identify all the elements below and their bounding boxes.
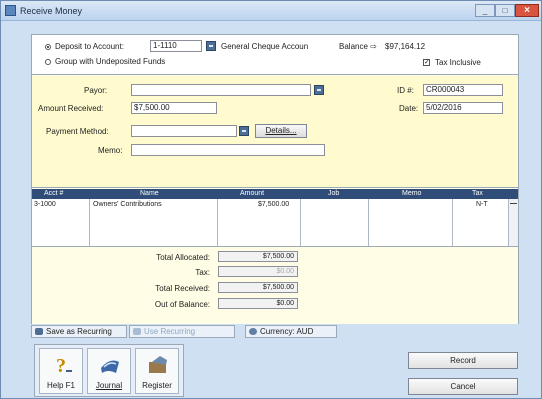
column-header-name: Name [140,190,159,197]
account-lookup-icon[interactable] [206,41,216,51]
row-tax-cell[interactable]: N-T [476,201,488,208]
details-button[interactable]: Details... [255,124,307,138]
currency-icon [249,328,257,335]
close-button[interactable]: × [515,4,539,17]
total-allocated-label: Total Allocated: [156,253,210,262]
total-allocated-value: $7,500.00 [218,251,298,262]
payor-lookup-icon[interactable] [314,85,324,95]
register-icon [149,356,167,373]
window-title: Receive Money [20,6,83,16]
date-label: Date: [399,104,419,113]
allocation-table: Acct # Name Amount Job Memo Tax 3-1000 O… [32,189,518,247]
recurring-toolbar: Save as Recurring Use Recurring Currency… [31,325,519,339]
balance-label: Balance ⇨ [339,42,377,51]
receive-money-window: Receive Money _ □ × Deposit to Account: … [0,0,542,399]
amount-received-field[interactable]: $7,500.00 [131,102,217,114]
use-recurring-label: Use Recurring [144,327,196,336]
column-header-memo: Memo [402,190,422,197]
record-button[interactable]: Record [408,352,518,369]
deposit-section: Deposit to Account: 1-1110 General Chequ… [32,35,518,75]
column-divider [300,199,301,246]
column-divider [452,199,453,246]
help-icon: ? [56,355,72,377]
deposit-to-account-label: Deposit to Account: [55,42,124,51]
column-header-acct: Acct # [44,190,64,197]
deposit-to-account-radio[interactable] [45,44,51,50]
memo-field[interactable] [131,144,325,156]
deposit-account-number-field[interactable]: 1-1110 [150,40,202,52]
payor-field[interactable] [131,84,311,96]
close-icon: × [524,5,530,16]
id-field[interactable]: CR000043 [423,84,503,96]
column-header-tax: Tax [472,190,483,197]
payor-label: Payor: [84,86,108,95]
save-as-recurring-button[interactable]: Save as Recurring [31,325,127,338]
help-button[interactable]: ? Help F1 [39,348,83,394]
column-header-amount: Amount [240,190,265,197]
row-amount-cell[interactable]: $7,500.00 [258,201,289,208]
scroll-up-icon[interactable] [510,203,517,206]
payment-method-label: Payment Method: [46,127,109,136]
title-bar[interactable]: Receive Money _ □ × [1,1,541,21]
table-scrollbar[interactable] [508,199,518,246]
group-undeposited-radio[interactable] [45,59,51,65]
row-acct-cell[interactable]: 3-1000 [34,201,56,208]
app-icon [5,5,16,16]
tax-value: $0.00 [218,266,298,277]
column-divider [89,199,90,246]
total-received-label: Total Received: [155,284,210,293]
date-field[interactable]: 5/02/2016 [423,102,503,114]
minimize-icon: _ [482,6,488,15]
journal-button[interactable]: Journal [87,348,131,394]
payment-form-section: Payor: ID #: CR000043 Amount Received: $… [32,76,518,188]
use-recurring-icon [133,328,141,335]
currency-button[interactable]: Currency: AUD [245,325,337,338]
tax-inclusive-checkbox[interactable]: ✓ [423,59,430,66]
group-undeposited-label: Group with Undeposited Funds [55,57,166,66]
register-label: Register [142,381,172,390]
memo-label: Memo: [98,146,123,155]
payment-method-field[interactable] [131,125,237,137]
minimize-button[interactable]: _ [475,4,495,17]
maximize-button[interactable]: □ [495,4,515,17]
out-of-balance-value: $0.00 [218,298,298,309]
journal-label: Journal [95,381,123,390]
cancel-button[interactable]: Cancel [408,378,518,395]
tax-inclusive-label: Tax Inclusive [435,58,481,67]
main-panel: Deposit to Account: 1-1110 General Chequ… [31,34,519,324]
table-header: Acct # Name Amount Job Memo Tax [32,189,518,199]
column-divider [368,199,369,246]
deposit-account-name: General Cheque Accoun [221,42,309,51]
payment-method-lookup-icon[interactable] [239,126,249,136]
total-received-value: $7,500.00 [218,282,298,293]
register-button[interactable]: Register [135,348,179,394]
save-recurring-icon [35,328,43,335]
journal-icon [101,360,119,373]
out-of-balance-label: Out of Balance: [154,300,210,309]
row-name-cell[interactable]: Owners' Contributions [93,201,162,208]
amount-received-label: Amount Received: [38,104,104,113]
maximize-icon: □ [502,6,508,15]
column-header-job: Job [328,190,340,197]
column-divider [217,199,218,246]
totals-section: Total Allocated: $7,500.00 Tax: $0.00 To… [32,248,518,324]
use-recurring-button[interactable]: Use Recurring [129,325,235,338]
save-as-recurring-label: Save as Recurring [46,327,112,336]
svg-text:?: ? [56,355,66,377]
tool-panel: ? Help F1 Journal Register [34,344,184,397]
id-label: ID #: [397,86,414,95]
tax-label: Tax: [195,268,210,277]
balance-value: $97,164.12 [385,42,426,51]
currency-label: Currency: AUD [260,327,314,336]
help-label: Help F1 [46,381,75,390]
